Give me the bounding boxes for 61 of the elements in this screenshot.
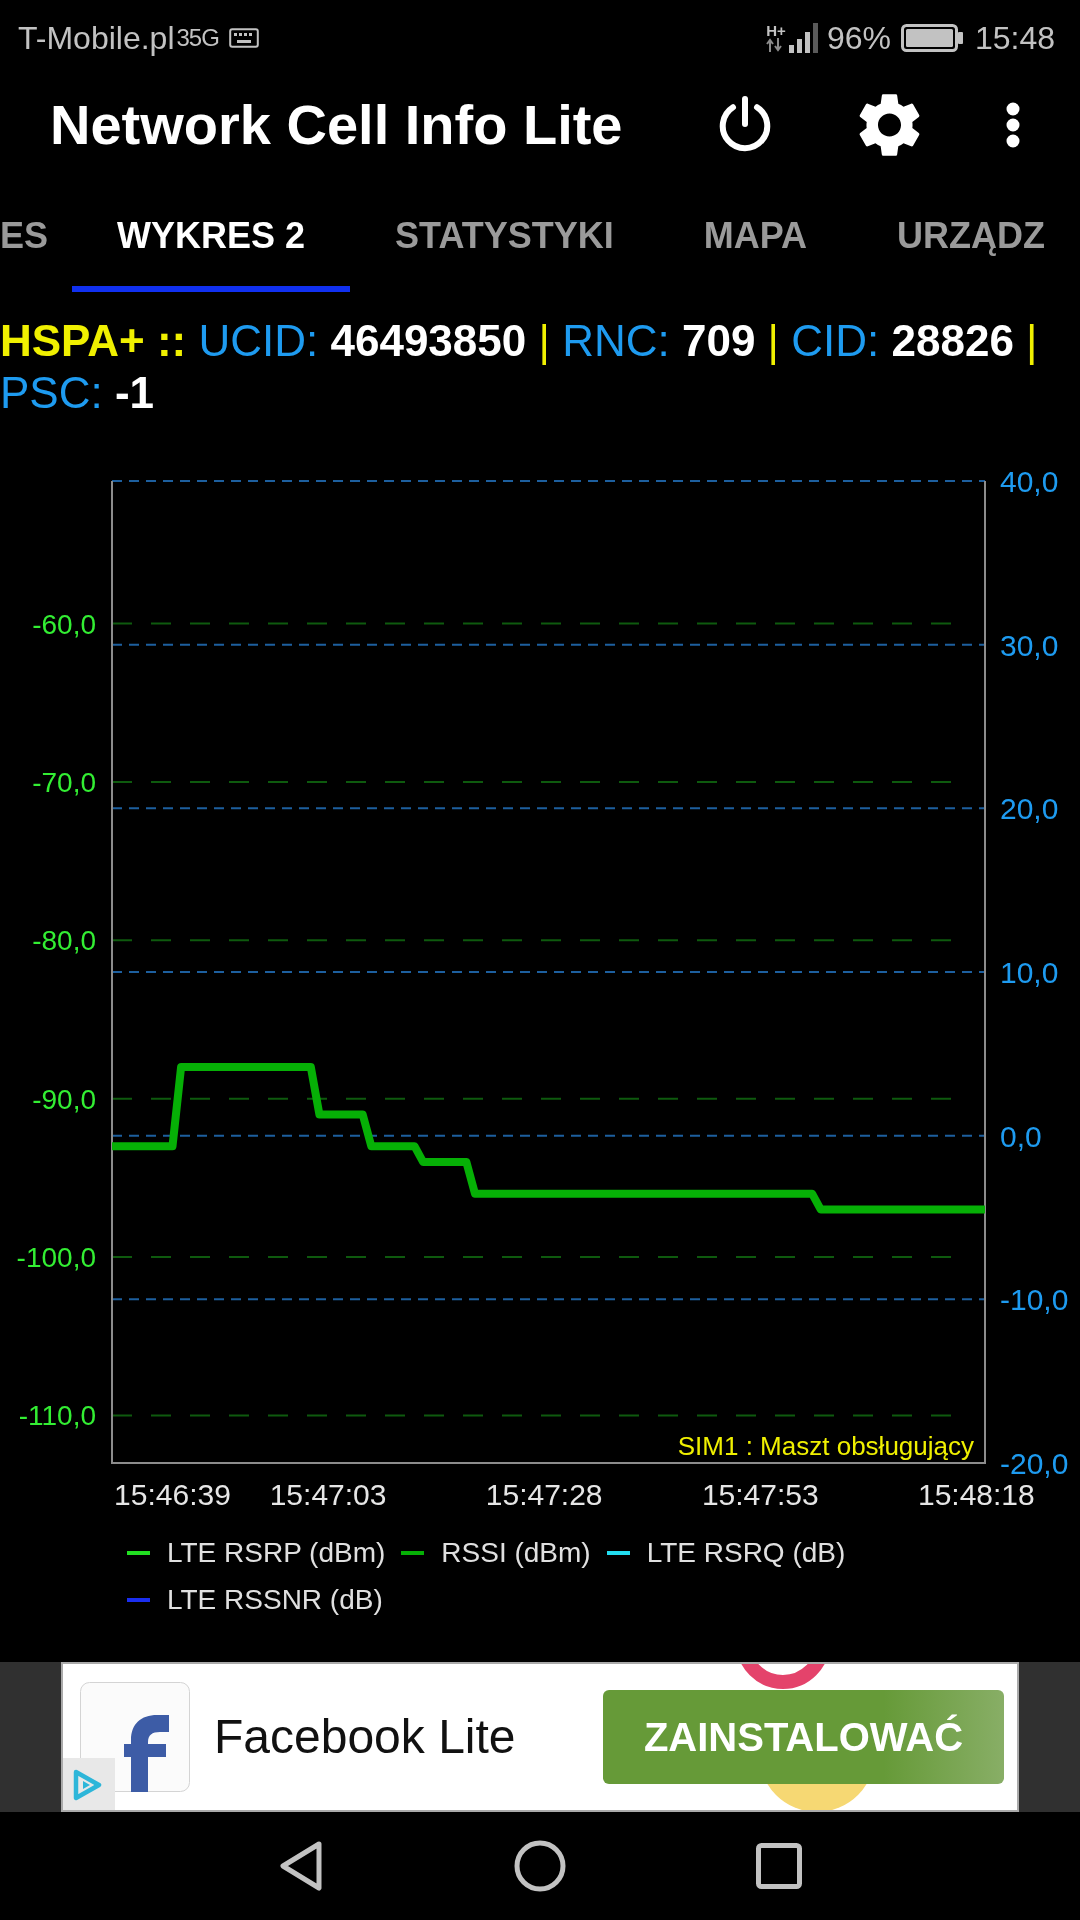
field-value: 28826 [891,316,1014,365]
data-arrows-icon [766,38,785,52]
battery-icon [900,23,963,52]
battery-percent: 96% [826,18,891,58]
network-type-text: H+ [766,23,786,38]
separator-text: | [1026,316,1038,365]
legend-label: RSSI (dBm) [441,1535,591,1570]
tab[interactable]: MAPA [658,175,853,292]
field-label: PSC: [0,368,103,417]
legend-label: LTE RSRP (dBm) [167,1535,386,1570]
y-axis-label: -60,0 [32,608,96,640]
x-axis-label: 15:46:39 [114,1478,231,1511]
y-axis-label: -70,0 [32,766,96,798]
y-axis-label: 0,0 [1000,1119,1042,1153]
tab[interactable]: STATYSTYKI [350,175,659,292]
legend-label: LTE RSSNR (dB) [167,1582,383,1617]
y-axis-label: 20,0 [1000,792,1059,826]
y-axis-label: -110,0 [18,1400,96,1432]
network-type-label: HSPA+ [0,316,145,365]
y-axis-label: 30,0 [1000,628,1059,662]
power-icon[interactable] [717,96,773,154]
app-icon [80,1682,190,1792]
ad-banner[interactable]: Facebook Lite ZAINSTALOWAĆ [61,1662,1019,1812]
field-value: -1 [114,368,155,417]
x-axis-label: 15:48:18 [917,1478,1035,1511]
field-value: 46493850 [330,316,527,365]
field-label: CID: [791,316,880,365]
y-axis-label: -100,0 [16,1242,96,1274]
ad-title: Facebook Lite [214,1709,516,1765]
home-icon[interactable] [514,1840,566,1892]
more-options-icon[interactable] [1006,102,1020,148]
x-axis-label: 15:47:28 [485,1478,603,1511]
y-axis-label: 40,0 [1000,465,1059,498]
y-axis-label: -90,0 [32,1083,96,1115]
notification-text: 35G [176,22,219,53]
y-axis-label: 10,0 [1000,956,1059,989]
recents-icon[interactable] [756,1843,802,1889]
carrier-name: T-Mobile.pl [18,18,175,58]
y-axis-label: -80,0 [32,925,96,957]
x-axis-label: 15:47:03 [269,1478,387,1511]
separator-text: :: [156,316,187,365]
tab[interactable]: WYKRES 2 [72,175,351,292]
field-label: RNC: [562,316,670,365]
tab[interactable]: URZĄDZ [852,175,1080,292]
ad-marker-icon[interactable] [63,1758,115,1810]
field-label: UCID: [198,316,319,365]
tab[interactable]: ES [0,175,73,292]
keyboard-icon [228,27,259,48]
separator-text: | [767,316,780,365]
field-value: 709 [681,316,756,365]
separator-text: | [538,316,550,365]
settings-icon[interactable] [859,93,920,157]
legend-label: LTE RSRQ (dB) [646,1535,846,1570]
y-axis-label: -20,0 [1000,1447,1069,1480]
signal-bars-icon [788,22,819,53]
clock-time: 15:48 [974,18,1055,58]
app-title: Network Cell Info Lite [50,92,623,158]
x-axis-label: 15:47:53 [701,1478,819,1511]
y-axis-label: -10,0 [1000,1283,1069,1317]
back-icon[interactable] [278,1840,324,1892]
chart-caption: SIM1 : Maszt obsługujący [677,1431,974,1461]
